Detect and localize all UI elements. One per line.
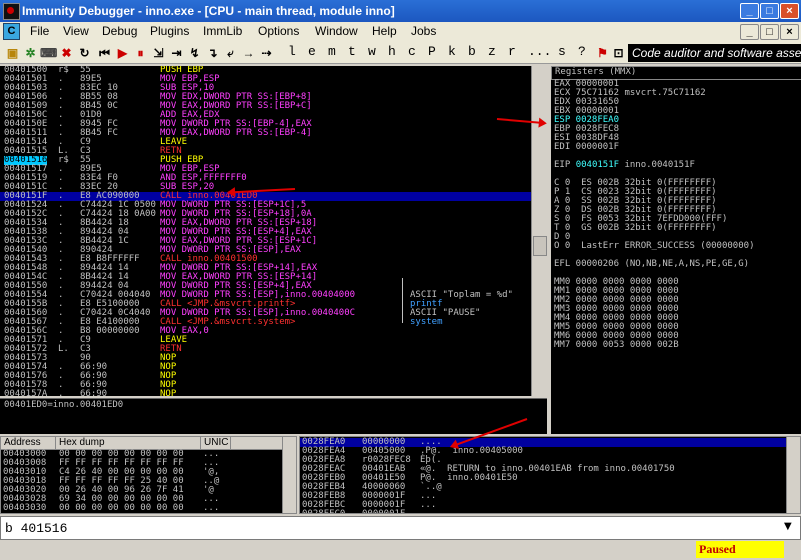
register-line[interactable]: EFL 00000206 (NO,NB,NE,A,NS,PE,GE,G) xyxy=(554,260,801,269)
stack-comment: ... xyxy=(420,510,436,514)
menu-debug[interactable]: Debug xyxy=(100,24,139,38)
menu-view[interactable]: View xyxy=(61,24,91,38)
menu-bar: C File View Debug Plugins ImmLib Options… xyxy=(0,22,801,42)
menu-help[interactable]: Help xyxy=(370,24,399,38)
toolbar-letter-b[interactable]: b xyxy=(468,44,476,59)
mdi-close-button[interactable]: × xyxy=(780,24,799,40)
toolbar-letter-w[interactable]: w xyxy=(368,44,376,59)
disasm-comment: system xyxy=(410,318,443,327)
cpu-window-icon[interactable]: C xyxy=(3,23,20,40)
menu-window[interactable]: Window xyxy=(313,24,360,38)
dump-header-hex[interactable]: Hex dump xyxy=(56,437,201,449)
toolbar: ▣ ✲ ⌨ ✖ ↻ ⏮ ▶ ⏸ ⇲ ⇥ ↯ ↴ ⤶ → ⇢ l e m t w … xyxy=(0,42,801,64)
pause-icon[interactable]: ⏸ xyxy=(132,45,149,61)
disassembly-scroll-thumb[interactable] xyxy=(533,236,547,256)
close-button[interactable]: × xyxy=(780,3,799,19)
trace-into-icon[interactable]: ↯ xyxy=(186,45,203,61)
status-paused: Paused xyxy=(696,541,784,558)
register-line[interactable]: EIP 0040151F inno.0040151F xyxy=(554,161,801,170)
python-shell-icon[interactable]: ⌨ xyxy=(40,45,57,61)
toolbar-letter-p[interactable]: P xyxy=(428,44,436,59)
app-icon xyxy=(3,3,20,20)
toolbar-letter-h[interactable]: h xyxy=(388,44,396,59)
disassembly-pane[interactable]: 00401500 r$ 55 PUSH EBP 00401501. 89E5 MOV EBP… xyxy=(0,66,531,396)
minimize-button[interactable]: _ xyxy=(740,3,759,19)
disasm-address: 0040157A xyxy=(4,390,47,396)
registers-pane[interactable]: Registers (MMX) EAX 00000001 ECX 75C71162… xyxy=(549,66,801,434)
toolbar-letter-r[interactable]: r xyxy=(508,44,516,59)
stack-value: 0000001F xyxy=(362,510,405,514)
info-text: 00401ED0=inno.00401ED0 xyxy=(0,401,547,410)
disasm-flow-mark: . xyxy=(58,390,63,396)
goto-icon[interactable]: → xyxy=(240,45,257,61)
step-over-icon[interactable]: ⇥ xyxy=(168,45,185,61)
toolbar-letter-t[interactable]: t xyxy=(348,44,356,59)
menu-immlib[interactable]: ImmLib xyxy=(201,24,244,38)
mdi-minimize-button[interactable]: _ xyxy=(740,24,759,40)
register-line[interactable]: EDI 0000001F xyxy=(554,143,801,152)
toolbar-letter-m[interactable]: m xyxy=(328,44,336,59)
dump-header-unicode[interactable]: UNIC xyxy=(201,437,231,449)
disasm-row[interactable]: 0040157A. 66:90 NOP xyxy=(0,390,531,396)
command-dropdown-icon[interactable]: ▼ xyxy=(784,521,792,532)
info-pane: 00401ED0=inno.00401ED0 xyxy=(0,398,547,434)
rewind-icon[interactable]: ⏮ xyxy=(96,45,113,61)
comment-bracket xyxy=(402,278,403,322)
stack-row[interactable]: 0028FEC0 0000001F ... xyxy=(300,510,786,514)
menu-options[interactable]: Options xyxy=(256,24,301,38)
stack-address: 0028FEC0 xyxy=(302,510,345,514)
disassembly-scrollbar[interactable] xyxy=(531,66,547,396)
menu-jobs[interactable]: Jobs xyxy=(409,24,438,38)
run-icon[interactable]: ▶ xyxy=(114,45,131,61)
toolbar-letter-dots[interactable]: ... xyxy=(528,44,551,59)
register-line[interactable]: O 0 LastErr ERROR_SUCCESS (00000000) xyxy=(554,242,801,251)
about-icon[interactable]: ⊡ xyxy=(610,45,627,61)
register-line[interactable]: T 0 GS 002B 32bit 0(FFFFFFFF) xyxy=(554,224,801,233)
trace-over-icon[interactable]: ↴ xyxy=(204,45,221,61)
stack-scrollbar[interactable] xyxy=(786,437,801,513)
mdi-maximize-button[interactable]: □ xyxy=(760,24,779,40)
toolbar-letter-e[interactable]: e xyxy=(308,44,316,59)
disasm-hex: 66:90 xyxy=(80,390,107,396)
register-line[interactable]: MM7 0000 0053 0000 002B xyxy=(554,341,801,350)
dump-row[interactable]: 00403030 00 00 00 00 00 00 00 00... xyxy=(3,504,281,513)
banner: Code auditor and software assess xyxy=(628,44,801,62)
dump-header-address[interactable]: Address xyxy=(1,437,56,449)
flag-icon[interactable]: ⚑ xyxy=(594,45,611,61)
settings-icon[interactable]: ✲ xyxy=(22,45,39,61)
restart-icon[interactable]: ↻ xyxy=(76,45,93,61)
menu-file[interactable]: File xyxy=(28,24,51,38)
menu-plugins[interactable]: Plugins xyxy=(148,24,191,38)
execute-till-return-icon[interactable]: ⤶ xyxy=(222,45,239,61)
registers-header: Registers (MMX) xyxy=(551,66,801,80)
title-bar: Immunity Debugger - inno.exe - [CPU - ma… xyxy=(0,0,801,22)
dump-unicode: ... xyxy=(203,504,219,513)
disasm-instruction: NOP xyxy=(160,390,176,396)
disasm-flow-mark: L. xyxy=(58,345,69,354)
stack-pane[interactable]: 0028FEA0 00000000.... 0028FEA4 00405000 .P@.… xyxy=(299,436,801,514)
maximize-button[interactable]: □ xyxy=(760,3,779,19)
dump-hex: 00 00 00 00 00 00 00 00 xyxy=(59,504,184,513)
next-icon[interactable]: ⇢ xyxy=(258,45,275,61)
dump-address: 00403030 xyxy=(3,504,46,513)
close-process-icon[interactable]: ✖ xyxy=(58,45,75,61)
toolbar-letter-c[interactable]: c xyxy=(408,44,416,59)
step-into-icon[interactable]: ⇲ xyxy=(150,45,167,61)
command-bar[interactable]: b 401516 ▼ xyxy=(0,516,801,540)
status-bar: Paused xyxy=(0,540,801,560)
toolbar-letter-k[interactable]: k xyxy=(448,44,456,59)
command-input[interactable]: b 401516 xyxy=(5,521,67,536)
toolbar-letter-l[interactable]: l xyxy=(288,44,296,59)
dump-pane[interactable]: Address Hex dump UNIC 00403000 00 00 00 0… xyxy=(0,436,297,514)
toolbar-letter-z[interactable]: z xyxy=(488,44,496,59)
dump-scrollbar[interactable] xyxy=(282,437,297,513)
toolbar-letter-s[interactable]: s xyxy=(558,44,566,59)
window-title: Immunity Debugger - inno.exe - [CPU - ma… xyxy=(22,4,395,18)
toolbar-letter-help[interactable]: ? xyxy=(578,44,586,59)
open-icon[interactable]: ▣ xyxy=(4,45,21,61)
